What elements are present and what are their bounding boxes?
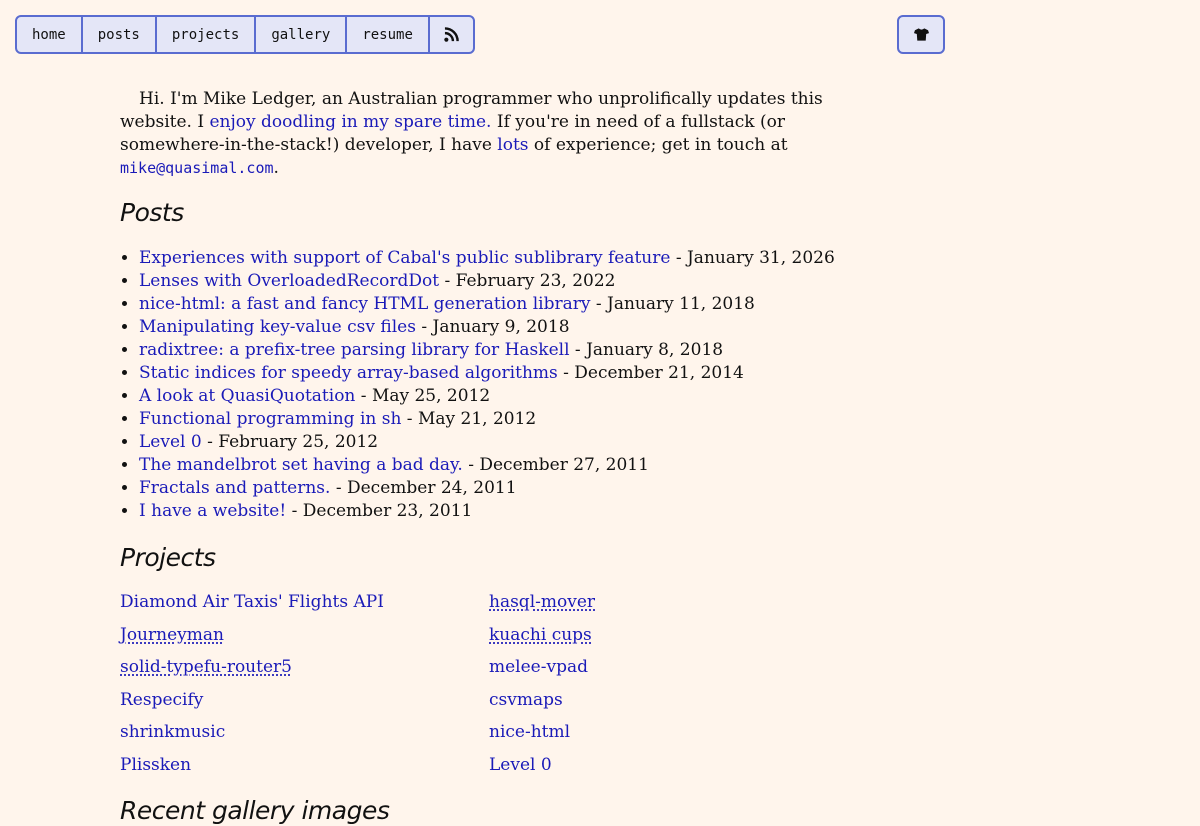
posts-heading: Posts [120,198,184,227]
project-link[interactable]: Diamond Air Taxis' Flights API [120,592,384,612]
email-address[interactable]: mike@quasimal.com [120,159,274,177]
list-item: The mandelbrot set having a bad day. - D… [139,454,850,477]
nav-projects[interactable]: projects [157,17,257,52]
post-link[interactable]: Static indices for speedy array-based al… [139,363,558,383]
list-item: Fractals and patterns. - December 24, 20… [139,477,850,500]
list-item: Level 0 - February 25, 2012 [139,431,850,454]
project-link[interactable]: Respecify [120,690,203,710]
projects-heading: Projects [120,543,216,572]
doodling-link[interactable]: enjoy doodling in my spare time. [209,112,491,132]
resume-lots-link[interactable]: lots [497,135,528,155]
post-date: - February 23, 2022 [439,271,616,291]
project-link[interactable]: nice-html [489,722,570,742]
top-nav: home posts projects gallery resume [15,15,475,54]
theme-toggle-button[interactable] [897,15,945,54]
post-link[interactable]: A look at QuasiQuotation [139,386,355,406]
post-link[interactable]: Functional programming in sh [139,409,401,429]
project-link[interactable]: Plissken [120,755,191,775]
intro-text: of experience; get in touch at [528,135,788,155]
list-item: A look at QuasiQuotation - May 25, 2012 [139,385,850,408]
list-item: nice-html: a fast and fancy HTML generat… [139,293,850,316]
posts-list: Experiences with support of Cabal's publ… [120,247,850,523]
post-date: - February 25, 2012 [201,432,379,452]
nav-resume[interactable]: resume [347,17,430,52]
post-date: - December 27, 2011 [462,455,649,475]
post-date: - December 21, 2014 [557,363,744,383]
post-date: - May 25, 2012 [355,386,491,406]
post-date: - January 31, 2026 [670,248,835,268]
post-link[interactable]: The mandelbrot set having a bad day. [139,455,463,475]
list-item: Lenses with OverloadedRecordDot - Februa… [139,270,850,293]
project-link[interactable]: melee-vpad [489,657,588,677]
post-date: - December 23, 2011 [286,501,473,521]
nav-rss[interactable] [430,17,473,52]
intro-paragraph: Hi. I'm Mike Ledger, an Australian progr… [120,88,850,180]
project-link[interactable]: kuachi cups [489,625,592,645]
projects-grid: Diamond Air Taxis' Flights API hasql-mov… [120,592,850,787]
project-link[interactable]: Level 0 [489,755,552,775]
post-link[interactable]: nice-html: a fast and fancy HTML generat… [139,294,590,314]
gallery-heading: Recent gallery images [120,796,390,825]
project-link[interactable]: solid-typefu-router5 [120,657,292,677]
post-date: - December 24, 2011 [330,478,517,498]
post-date: - January 9, 2018 [415,317,570,337]
list-item: I have a website! - December 23, 2011 [139,500,850,523]
list-item: Manipulating key-value csv files - Janua… [139,316,850,339]
project-link[interactable]: shrinkmusic [120,722,225,742]
intro-text: . [273,158,279,178]
nav-posts[interactable]: posts [83,17,157,52]
project-link[interactable]: hasql-mover [489,592,595,612]
list-item: Functional programming in sh - May 21, 2… [139,408,850,431]
tshirt-icon [913,28,929,41]
project-link[interactable]: csvmaps [489,690,563,710]
nav-home[interactable]: home [17,17,83,52]
rss-icon [444,27,459,42]
post-date: - January 8, 2018 [569,340,724,360]
post-link[interactable]: Manipulating key-value csv files [139,317,416,337]
post-date: - May 21, 2012 [401,409,537,429]
nav-gallery[interactable]: gallery [256,17,348,52]
project-link[interactable]: Journeyman [120,625,224,645]
list-item: Static indices for speedy array-based al… [139,362,850,385]
post-link[interactable]: Lenses with OverloadedRecordDot [139,271,439,291]
post-link[interactable]: Level 0 [139,432,202,452]
post-link[interactable]: Experiences with support of Cabal's publ… [139,248,670,268]
main-content: Hi. I'm Mike Ledger, an Australian progr… [120,88,850,826]
post-link[interactable]: radixtree: a prefix-tree parsing library… [139,340,570,360]
post-date: - January 11, 2018 [590,294,755,314]
list-item: Experiences with support of Cabal's publ… [139,247,850,270]
post-link[interactable]: Fractals and patterns. [139,478,330,498]
post-link[interactable]: I have a website! [139,501,286,521]
list-item: radixtree: a prefix-tree parsing library… [139,339,850,362]
